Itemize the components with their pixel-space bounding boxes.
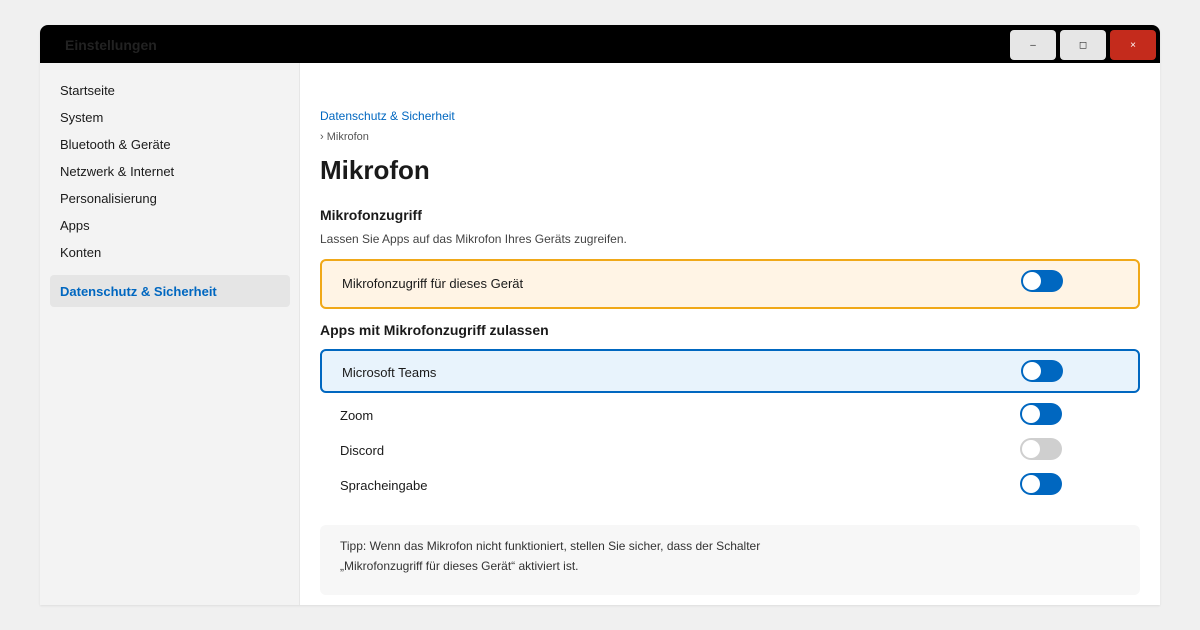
- device-access-row[interactable]: Mikrofonzugriff für dieses Gerät: [320, 259, 1140, 309]
- close-button[interactable]: ×: [1110, 30, 1156, 60]
- toggle-knob: [1022, 405, 1040, 423]
- close-icon: ×: [1130, 39, 1136, 51]
- minimize-button[interactable]: –: [1010, 30, 1056, 60]
- minimize-icon: –: [1030, 39, 1036, 51]
- app-row-spracheingabe[interactable]: Spracheingabe: [320, 471, 1140, 499]
- device-access-label: Mikrofonzugriff für dieses Gerät: [342, 276, 524, 291]
- zoom-toggle[interactable]: [1020, 403, 1062, 425]
- app-name-zoom: Zoom: [340, 408, 374, 423]
- toggle-knob: [1023, 362, 1041, 380]
- page-title: Mikrofon: [320, 155, 430, 185]
- toggle-knob: [1022, 475, 1040, 493]
- discord-toggle[interactable]: [1020, 438, 1062, 460]
- toggle-knob: [1023, 272, 1041, 290]
- spracheingabe-toggle[interactable]: [1020, 473, 1062, 495]
- breadcrumb-parent-link[interactable]: Datenschutz & Sicherheit: [320, 109, 455, 123]
- section-title-apps: Apps mit Mikrofonzugriff zulassen: [320, 322, 549, 338]
- tip-text-line-1: Tipp: Wenn das Mikrofon nicht funktionie…: [340, 539, 761, 553]
- maximize-button[interactable]: ◻: [1060, 30, 1106, 60]
- app-name-teams: Microsoft Teams: [342, 365, 437, 380]
- app-name-spracheingabe: Spracheingabe: [340, 478, 428, 493]
- sidebar-item-bluetooth[interactable]: Bluetooth & Geräte: [60, 137, 171, 152]
- section-description: Lassen Sie Apps auf das Mikrofon Ihres G…: [320, 232, 627, 246]
- breadcrumb-current: › Mikrofon: [320, 131, 369, 143]
- sidebar-item-personalisierung[interactable]: Personalisierung: [60, 191, 157, 206]
- main-content: Datenschutz & Sicherheit › Mikrofon Mikr…: [300, 63, 1160, 605]
- tip-text-line-2: „Mikrofonzugriff für dieses Gerät“ aktiv…: [340, 559, 579, 573]
- maximize-icon: ◻: [1078, 39, 1088, 51]
- toggle-knob: [1022, 440, 1040, 458]
- sidebar-item-datenschutz[interactable]: Datenschutz & Sicherheit: [50, 275, 290, 307]
- tip-box: Tipp: Wenn das Mikrofon nicht funktionie…: [320, 525, 1140, 595]
- window-title: Einstellungen: [65, 37, 157, 53]
- sidebar-item-system[interactable]: System: [60, 110, 103, 125]
- sidebar-item-konten[interactable]: Konten: [60, 245, 101, 260]
- sidebar-item-apps[interactable]: Apps: [60, 218, 90, 233]
- app-name-discord: Discord: [340, 443, 385, 458]
- sidebar-item-label: Datenschutz & Sicherheit: [60, 284, 217, 299]
- sidebar-item-startseite[interactable]: Startseite: [60, 83, 115, 98]
- device-access-toggle[interactable]: [1021, 270, 1063, 292]
- section-title-access: Mikrofonzugriff: [320, 207, 422, 223]
- teams-toggle[interactable]: [1021, 360, 1063, 382]
- sidebar: Startseite System Bluetooth & Geräte Net…: [40, 63, 300, 605]
- settings-window: Einstellungen – ◻ × Startseite System Bl…: [40, 25, 1160, 605]
- app-row-zoom[interactable]: Zoom: [320, 401, 1140, 429]
- title-bar[interactable]: Einstellungen – ◻ ×: [40, 25, 1160, 63]
- app-row-discord[interactable]: Discord: [320, 436, 1140, 464]
- sidebar-item-netzwerk[interactable]: Netzwerk & Internet: [60, 164, 174, 179]
- app-row-teams[interactable]: Microsoft Teams: [320, 349, 1140, 393]
